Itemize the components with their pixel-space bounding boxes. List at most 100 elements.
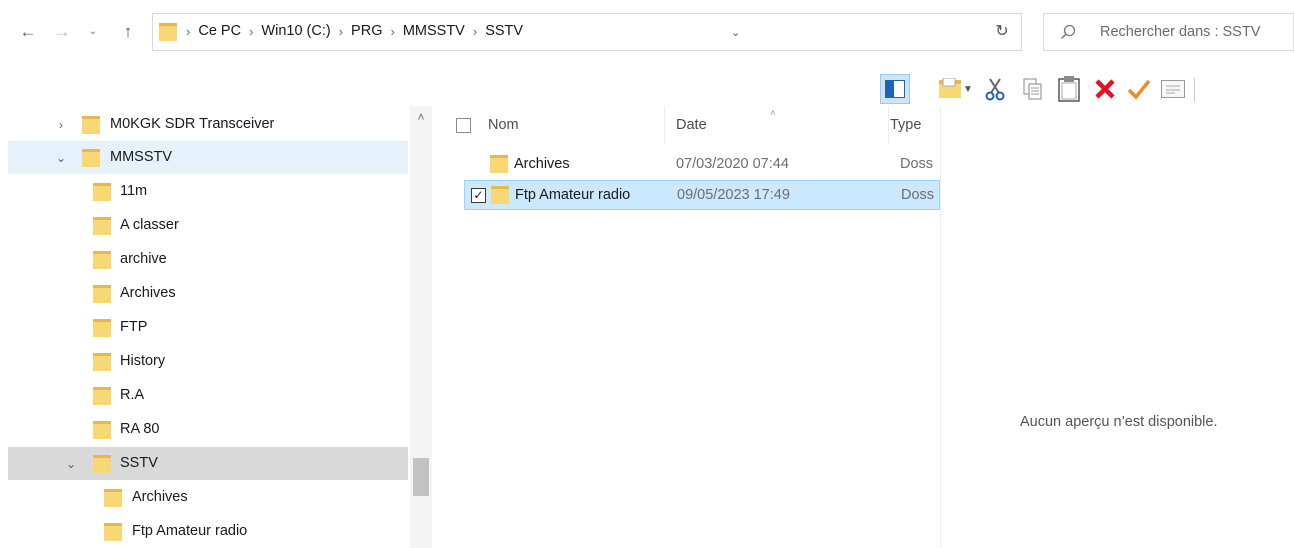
cut-icon[interactable] xyxy=(980,74,1010,104)
folder-icon xyxy=(93,182,111,205)
chevron-down-icon[interactable]: ⌄ xyxy=(64,457,78,471)
folder-icon xyxy=(104,488,122,511)
tree-item-m0kgk[interactable]: › M0KGK SDR Transceiver xyxy=(8,108,408,141)
up-arrow-icon[interactable]: ↑ xyxy=(118,22,138,42)
quick-toolbar: ▼ xyxy=(870,68,1294,108)
forward-arrow-icon[interactable]: → xyxy=(52,22,72,42)
breadcrumb-item-sstv[interactable]: SSTV xyxy=(485,23,523,39)
scroll-up-arrow-icon[interactable]: ˄ xyxy=(414,110,428,124)
toolbar-divider xyxy=(1194,78,1195,102)
tree-item-history[interactable]: History xyxy=(8,345,408,378)
breadcrumb-item-win10[interactable]: Win10 (C:) xyxy=(261,23,330,39)
tree-item-ftp-amateur-radio[interactable]: Ftp Amateur radio xyxy=(8,515,408,548)
column-divider[interactable] xyxy=(664,106,665,144)
folder-icon xyxy=(82,115,100,138)
folder-icon xyxy=(93,352,111,375)
chevron-right-icon: › xyxy=(186,23,191,39)
folder-icon xyxy=(491,185,509,208)
sort-ascending-icon: ˄ xyxy=(770,108,776,119)
copy-icon[interactable] xyxy=(1018,74,1048,104)
file-list: Nom Date ˄ Type Archives 07/03/2020 07:4… xyxy=(452,106,940,548)
folder-icon xyxy=(93,420,111,443)
paste-icon[interactable] xyxy=(1054,74,1084,104)
delete-icon[interactable] xyxy=(1090,74,1120,104)
search-placeholder: Rechercher dans : SSTV xyxy=(1100,24,1261,40)
chevron-right-icon[interactable]: › xyxy=(339,24,343,39)
preview-pane-icon[interactable] xyxy=(880,74,910,104)
tree-item-label: MMSSTV xyxy=(110,149,173,165)
tree-item-sstv[interactable]: ⌄ SSTV xyxy=(8,447,408,480)
column-header-type[interactable]: Type xyxy=(890,117,921,133)
address-dropdown-chevron-icon[interactable]: ⌄ xyxy=(731,26,740,39)
chevron-down-icon[interactable]: ⌄ xyxy=(54,151,68,165)
folder-icon xyxy=(93,250,111,273)
search-input[interactable]: Rechercher dans : SSTV xyxy=(1043,13,1294,51)
column-header-date[interactable]: Date xyxy=(676,117,707,133)
folder-icon xyxy=(93,284,111,307)
tree-item-ftp[interactable]: FTP xyxy=(8,311,408,344)
recent-locations-chevron-icon[interactable]: ⌄ xyxy=(83,22,103,42)
tree-item-label: archive xyxy=(120,251,167,267)
file-row-archives[interactable]: Archives 07/03/2020 07:44 Doss xyxy=(464,150,940,180)
navigation-scrollbar[interactable]: ˄ xyxy=(410,106,432,548)
folder-icon xyxy=(104,522,122,545)
tree-item-label: Ftp Amateur radio xyxy=(132,523,248,539)
file-row-ftp-amateur-radio[interactable]: ✓ Ftp Amateur radio 09/05/2023 17:49 Dos… xyxy=(464,180,940,210)
tree-item-label: Archives xyxy=(120,285,176,301)
tree-item-label: SSTV xyxy=(120,455,158,471)
folder-icon xyxy=(82,148,100,171)
breadcrumb-item-mmsstv[interactable]: MMSSTV xyxy=(403,23,465,39)
tree-item-label: RA 80 xyxy=(120,421,160,437)
folder-icon xyxy=(93,318,111,341)
checkmark-icon[interactable] xyxy=(1124,74,1154,104)
tree-item-label: M0KGK SDR Transceiver xyxy=(110,116,275,132)
tree-item-label: 11m xyxy=(120,183,148,199)
tree-item-ra[interactable]: R.A xyxy=(8,379,408,412)
chevron-right-icon[interactable]: › xyxy=(473,24,477,39)
tree-item-sstv-archives[interactable]: Archives xyxy=(8,481,408,514)
folder-icon xyxy=(490,154,508,177)
folder-icon xyxy=(159,22,177,45)
chevron-right-icon[interactable]: › xyxy=(54,118,68,132)
tree-item-11m[interactable]: 11m xyxy=(8,175,408,208)
navigation-bar: ← → ⌄ ↑ › Ce PC › Win10 (C:) › PRG › MMS… xyxy=(0,0,1294,66)
tree-item-label: R.A xyxy=(120,387,145,403)
folder-icon xyxy=(93,454,111,477)
breadcrumb-item-ce-pc[interactable]: Ce PC xyxy=(198,23,241,39)
tree-item-a-classer[interactable]: A classer xyxy=(8,209,408,242)
tree-item-archive[interactable]: archive xyxy=(8,243,408,276)
navigation-pane: › M0KGK SDR Transceiver ⌄ MMSSTV 11m A c… xyxy=(0,106,432,548)
tree-item-archives[interactable]: Archives xyxy=(8,277,408,310)
tree-item-label: FTP xyxy=(120,319,148,335)
address-bar[interactable]: › Ce PC › Win10 (C:) › PRG › MMSSTV › SS… xyxy=(152,13,1022,51)
tree-item-label: A classer xyxy=(120,217,179,233)
column-header-name[interactable]: Nom xyxy=(488,117,519,133)
file-name: Ftp Amateur radio xyxy=(515,187,631,203)
scrollbar-thumb[interactable] xyxy=(413,458,429,496)
dropdown-arrow-icon[interactable]: ▼ xyxy=(960,74,976,104)
tree-item-label: History xyxy=(120,353,166,369)
tree-item-ra-80[interactable]: RA 80 xyxy=(8,413,408,446)
breadcrumb-item-prg[interactable]: PRG xyxy=(351,23,382,39)
preview-pane-divider[interactable] xyxy=(940,106,941,548)
refresh-icon[interactable]: ↻ xyxy=(990,20,1014,44)
properties-icon[interactable] xyxy=(1158,74,1188,104)
file-date: 09/05/2023 17:49 xyxy=(677,187,790,203)
file-name: Archives xyxy=(514,156,570,172)
back-arrow-icon[interactable]: ← xyxy=(18,22,38,42)
tree-item-mmsstv[interactable]: ⌄ MMSSTV xyxy=(8,141,408,174)
file-date: 07/03/2020 07:44 xyxy=(676,156,789,172)
file-type: Doss xyxy=(901,187,935,203)
chevron-right-icon[interactable]: › xyxy=(390,24,394,39)
row-checkbox-checked[interactable]: ✓ xyxy=(471,188,486,203)
folder-icon xyxy=(93,386,111,409)
select-all-checkbox[interactable] xyxy=(456,118,471,133)
preview-pane-message: Aucun aperçu n’est disponible. xyxy=(1020,414,1218,430)
search-icon xyxy=(1060,24,1076,43)
column-divider[interactable] xyxy=(888,106,889,144)
breadcrumb: › Ce PC › Win10 (C:) › PRG › MMSSTV › SS… xyxy=(186,23,523,39)
file-type: Doss xyxy=(900,156,934,172)
tree-item-label: Archives xyxy=(132,489,188,505)
chevron-right-icon[interactable]: › xyxy=(249,24,253,39)
column-header-row: Nom Date ˄ Type xyxy=(452,106,940,144)
